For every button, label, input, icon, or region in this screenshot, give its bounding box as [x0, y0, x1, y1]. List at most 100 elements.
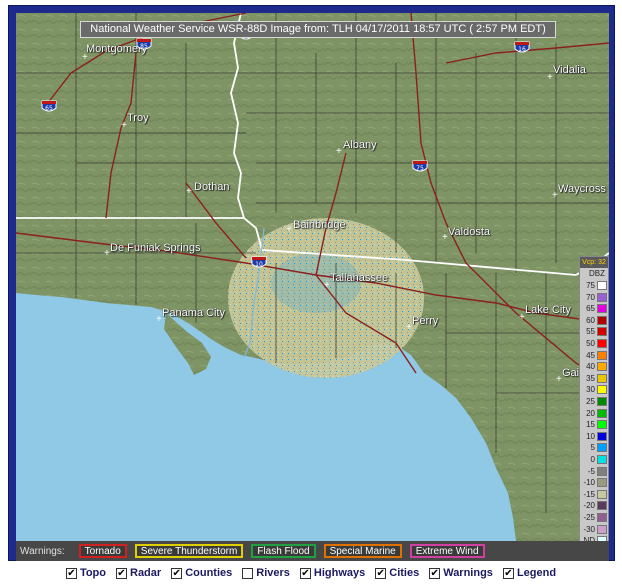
legend-row: 20 [580, 408, 608, 419]
legend-value: -5 [587, 466, 595, 476]
legend-value: 45 [586, 350, 595, 360]
layer-toggle-legend[interactable]: ✔ Legend [502, 567, 557, 579]
layer-label: Topo [79, 567, 106, 579]
legend-row: 40 [580, 361, 608, 372]
svg-text:16: 16 [518, 46, 526, 53]
legend-row: 60 [580, 315, 608, 326]
city-label-bainbridge: Bainbridge [293, 219, 346, 231]
legend-swatch [597, 501, 607, 511]
layer-label: Highways [313, 567, 366, 579]
legend-value: 55 [586, 327, 595, 337]
checkbox-icon[interactable]: ✔ [429, 567, 441, 579]
svg-text:75: 75 [416, 165, 424, 172]
checkbox-icon[interactable]: ✔ [171, 567, 183, 579]
layer-label: Counties [185, 567, 233, 579]
interstate-85-shield: 85 [136, 38, 152, 50]
checkbox-icon[interactable]: ✔ [375, 567, 387, 579]
legend-swatch [597, 513, 607, 522]
legend-value: 70 [586, 292, 595, 302]
legend-row: 0 [580, 454, 608, 465]
interstate-10-shield: 10 [251, 256, 267, 268]
layer-label: Warnings [443, 567, 493, 579]
legend-swatch [597, 455, 607, 464]
city-marker: + [547, 72, 553, 83]
legend-value: -15 [583, 489, 595, 499]
layer-toggles: ✔ Topo ✔ Radar ✔ Counties Rivers ✔ Highways ✔ Citi… [0, 564, 622, 582]
svg-text:85: 85 [140, 43, 148, 50]
checkbox-icon[interactable] [242, 567, 254, 579]
city-marker: + [82, 52, 88, 63]
city-marker: + [324, 280, 330, 291]
layer-toggle-rivers[interactable]: Rivers [242, 567, 290, 579]
legend-row: 10 [580, 431, 608, 442]
city-marker: + [156, 314, 162, 325]
city-label-waycross: Waycross [558, 183, 606, 195]
legend-row: -10 [580, 477, 608, 488]
city-marker: + [186, 186, 192, 197]
layer-toggle-highways[interactable]: ✔ Highways [299, 567, 366, 579]
legend-row: 50 [580, 338, 608, 349]
legend-swatch [597, 385, 607, 395]
layer-toggle-radar[interactable]: ✔ Radar [116, 567, 161, 579]
legend-swatch [597, 524, 607, 534]
layer-toggle-topo[interactable]: ✔ Topo [65, 567, 106, 579]
city-marker: + [519, 312, 525, 323]
legend-row: 5 [580, 442, 608, 453]
map-canvas [16, 13, 609, 541]
warning-severe-thunderstorm-button[interactable]: Severe Thunderstorm [134, 544, 244, 558]
legend-value: 50 [586, 339, 595, 348]
legend-swatch [597, 315, 607, 325]
city-label-de-funiak-springs: De Funiak Springs [110, 242, 201, 254]
layer-label: Legend [516, 567, 557, 579]
legend-swatch [597, 350, 607, 360]
checkbox-icon[interactable]: ✔ [65, 567, 77, 579]
warning-flash-flood-button[interactable]: Flash Flood [251, 544, 316, 558]
city-marker: + [442, 232, 448, 243]
layer-label: Rivers [256, 567, 290, 579]
city-marker: + [286, 224, 292, 235]
legend-row: -20 [580, 500, 608, 511]
layer-label: Radar [130, 567, 162, 579]
warnings-bar: Warnings: Tornado Severe Thunderstorm Fl… [16, 541, 609, 561]
legend-row: -5 [580, 466, 608, 477]
layer-toggle-warnings[interactable]: ✔ Warnings [429, 567, 493, 579]
radar-map[interactable]: Montgomery + Troy + Dothan + Albany + Vi… [16, 13, 609, 541]
warning-extreme-wind-button[interactable]: Extreme Wind [409, 544, 485, 558]
legend-value: 30 [586, 385, 595, 395]
city-label-panama-city: Panama City [162, 307, 225, 319]
legend-swatch [597, 420, 607, 430]
legend-row: 45 [580, 350, 608, 361]
city-marker: + [556, 374, 562, 385]
layer-toggle-cities[interactable]: ✔ Cities [375, 567, 419, 579]
image-title-bar: National Weather Service WSR-88D Image f… [80, 21, 556, 38]
legend-value: -25 [583, 513, 595, 522]
legend-row: -15 [580, 489, 608, 500]
city-label-albany: Albany [343, 139, 377, 151]
legend-row: 55 [580, 326, 608, 337]
city-label-tallahassee: Tallahassee [330, 272, 389, 284]
city-label-lake-city: Lake City [525, 304, 571, 316]
warning-special-marine-button[interactable]: Special Marine [323, 544, 402, 558]
layer-toggle-counties[interactable]: ✔ Counties [171, 567, 232, 579]
legend-value: -10 [583, 478, 595, 488]
legend-value: 40 [586, 362, 595, 372]
interstate-75-shield: 75 [412, 160, 428, 172]
legend-value: 20 [586, 408, 595, 418]
warning-tornado-button[interactable]: Tornado [78, 544, 127, 558]
vcp-label: Vcp: 32 [580, 257, 608, 268]
checkbox-icon[interactable]: ✔ [502, 567, 514, 579]
city-marker: + [336, 146, 342, 157]
city-marker: + [121, 120, 127, 131]
legend-swatch [597, 304, 607, 314]
reflectivity-legend: Vcp: 32 DBZ 75 70 65 60 55 50 45 40 35 30 25 20 15 10… [579, 256, 609, 541]
checkbox-icon[interactable]: ✔ [116, 567, 127, 579]
legend-swatch [597, 292, 607, 302]
legend-row: -30 [580, 524, 608, 535]
checkbox-icon[interactable]: ✔ [299, 567, 311, 579]
legend-value: 35 [586, 373, 595, 383]
interstate-65-shield: 65 [41, 100, 57, 112]
city-label-troy: Troy [127, 112, 149, 124]
svg-text:10: 10 [255, 261, 263, 268]
warnings-label: Warnings: [20, 545, 65, 557]
legend-value: 15 [586, 420, 595, 430]
